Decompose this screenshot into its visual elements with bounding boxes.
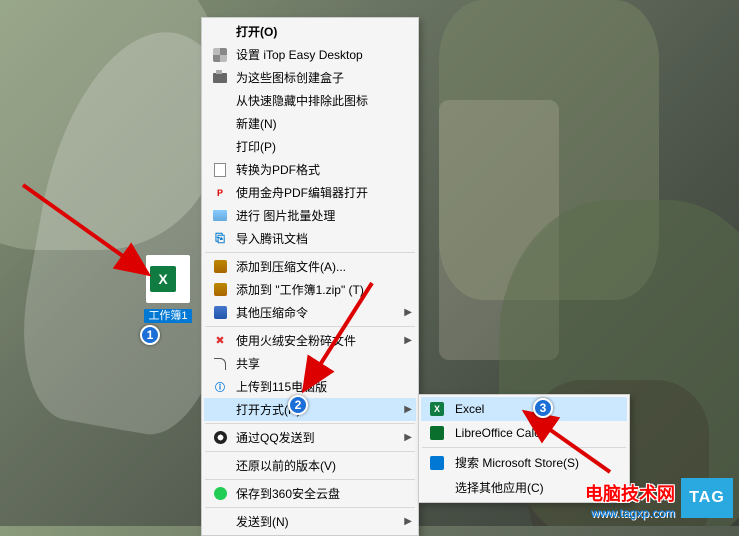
excel-file-icon: X [150,266,176,292]
watermark-tag: TAG [681,478,733,518]
menu-add-zip[interactable]: 添加到 "工作簿1.zip" (T) [204,278,416,301]
doc-icon [210,162,230,178]
cloud360-icon [210,486,230,502]
desktop-file-icon[interactable]: X 工作簿1 [140,255,196,323]
menu-separator [205,326,415,327]
menu-import-tencent[interactable]: ⎘ 导入腾讯文档 [204,227,416,250]
context-menu: 打开(O) 设置 iTop Easy Desktop 为这些图标创建盒子 从快速… [201,17,419,536]
archive-blue-icon [210,305,230,321]
menu-separator [205,479,415,480]
menu-save-360[interactable]: 保存到360安全云盘 [204,482,416,505]
menu-open[interactable]: 打开(O) [204,20,416,43]
submenu-excel[interactable]: X Excel [421,397,627,421]
menu-create-box[interactable]: 为这些图标创建盒子 [204,66,416,89]
archive-icon [210,259,230,275]
file-label: 工作簿1 [144,309,191,323]
ms-store-icon [427,455,447,471]
menu-jinzhou-pdf[interactable]: P 使用金舟PDF编辑器打开 [204,181,416,204]
share-icon [210,356,230,372]
boxes-icon [210,70,230,86]
archive-icon [210,282,230,298]
watermark: 电脑技术网 www.tagxp.com [585,480,675,520]
menu-batch-image[interactable]: 进行 图片批量处理 [204,204,416,227]
menu-new[interactable]: 新建(N) [204,112,416,135]
115-icon: ⓘ [210,379,230,395]
annotation-badge-1: 1 [140,325,160,345]
menu-send-qq[interactable]: 通过QQ发送到 ▶ [204,426,416,449]
menu-itop-desktop[interactable]: 设置 iTop Easy Desktop [204,43,416,66]
tencent-doc-icon: ⎘ [210,231,230,247]
libreoffice-icon [427,425,447,441]
pdf-icon: P [210,185,230,201]
menu-send-to[interactable]: 发送到(N) ▶ [204,510,416,533]
menu-upload-115[interactable]: ⓘ 上传到115电脑版 [204,375,416,398]
menu-separator [205,507,415,508]
grid-icon [210,47,230,63]
menu-huorong-shred[interactable]: ✖ 使用火绒安全粉碎文件 ▶ [204,329,416,352]
menu-separator [422,447,626,448]
submenu-search-store[interactable]: 搜索 Microsoft Store(S) [421,450,627,475]
menu-separator [205,451,415,452]
menu-open-with[interactable]: 打开方式(H) ▶ [204,398,416,421]
watermark-url: www.tagxp.com [585,506,675,520]
watermark-title: 电脑技术网 [585,480,675,506]
annotation-badge-3: 3 [533,398,553,418]
image-icon [210,208,230,224]
submenu-arrow-icon: ▶ [404,335,412,346]
menu-other-archive[interactable]: 其他压缩命令 ▶ [204,301,416,324]
menu-restore-version[interactable]: 还原以前的版本(V) [204,454,416,477]
menu-exclude-quick-hide[interactable]: 从快速隐藏中排除此图标 [204,89,416,112]
qq-icon [210,430,230,446]
submenu-arrow-icon: ▶ [404,432,412,443]
menu-convert-pdf[interactable]: 转换为PDF格式 [204,158,416,181]
submenu-arrow-icon: ▶ [404,404,412,415]
annotation-badge-2: 2 [288,395,308,415]
menu-add-archive[interactable]: 添加到压缩文件(A)... [204,255,416,278]
menu-share[interactable]: 共享 [204,352,416,375]
menu-separator [205,252,415,253]
menu-print[interactable]: 打印(P) [204,135,416,158]
shred-icon: ✖ [210,333,230,349]
excel-icon: X [427,401,447,417]
submenu-arrow-icon: ▶ [404,516,412,527]
submenu-libreoffice[interactable]: LibreOffice Calc [421,421,627,445]
menu-separator [205,423,415,424]
submenu-arrow-icon: ▶ [404,307,412,318]
